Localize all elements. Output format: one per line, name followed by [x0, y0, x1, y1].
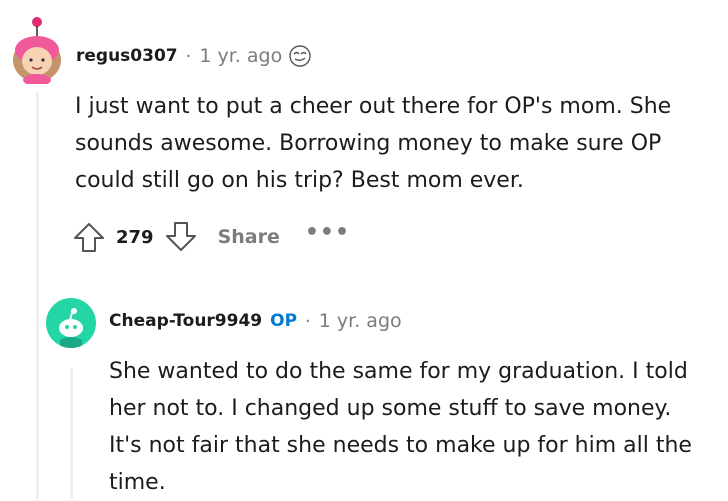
comment-meta: Cheap-Tour9949 OP · 1 yr. ago — [109, 310, 402, 332]
meta-separator: · — [185, 45, 192, 67]
timestamp[interactable]: 1 yr. ago — [199, 45, 282, 67]
avatar[interactable] — [8, 14, 66, 84]
thread-line[interactable] — [36, 92, 39, 499]
comment-line: I just want to put a cheer out there for… — [75, 94, 672, 119]
comment-meta: regus0307 · 1 yr. ago — [76, 44, 312, 68]
meta-separator: · — [305, 310, 311, 332]
comment-line: time. — [109, 470, 166, 495]
vote-count: 279 — [116, 226, 154, 248]
author-name[interactable]: Cheap-Tour9949 — [109, 311, 262, 331]
comment-line: She wanted to do the same for my graduat… — [109, 359, 688, 384]
thread-line-nested[interactable] — [70, 368, 73, 499]
comment-line: could still go on his trip? Best mom eve… — [75, 168, 524, 193]
op-badge: OP — [270, 311, 298, 331]
comment-line: It's not fair that she needs to make up … — [109, 433, 692, 458]
timestamp[interactable]: 1 yr. ago — [319, 310, 402, 332]
comment-actions: 279 Share ••• — [72, 220, 350, 254]
comment-body: I just want to put a cheer out there for… — [75, 88, 671, 199]
avatar[interactable] — [46, 298, 96, 348]
author-name[interactable]: regus0307 — [76, 46, 178, 66]
comment-body: She wanted to do the same for my graduat… — [109, 353, 692, 501]
more-options-button[interactable]: ••• — [305, 222, 350, 244]
share-button[interactable]: Share — [218, 226, 280, 248]
comment-line: her not to. I changed up some stuff to s… — [109, 396, 672, 421]
emoji-award-icon — [288, 44, 312, 68]
upvote-icon[interactable] — [72, 220, 106, 254]
comment-line: sounds awesome. Borrowing money to make … — [75, 131, 662, 156]
downvote-icon[interactable] — [164, 220, 198, 254]
